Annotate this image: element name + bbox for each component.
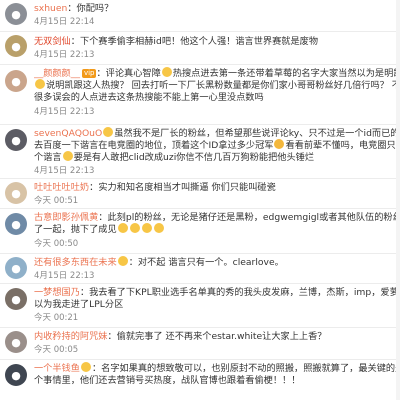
comment-timestamp: 今天 00:21 <box>34 313 79 323</box>
user-avatar[interactable]: ● <box>5 364 27 386</box>
comment-username[interactable]: 一梦想国乃 <box>34 287 80 298</box>
user-avatar-icon: ● <box>11 368 21 382</box>
user-avatar[interactable]: ● <box>5 288 27 310</box>
user-avatar-icon: ● <box>11 7 21 21</box>
user-avatar[interactable]: ● <box>5 70 27 92</box>
comment-item: ● 一个半钱鱼 ：名字如果真的想致敬可以，也别原封不动的照搬，照搬就算了，最关键的… <box>0 360 400 400</box>
comment-text: 说明凯跟这人热搜？ 回去打听一下厂长黑粉数量都是你们家小哥哥粉丝好几倍行吗？ 不… <box>46 80 396 91</box>
comment-timestamp: 4月15日 22:13 <box>34 166 95 176</box>
comment-text: 了一起，抛下了成见 <box>34 224 117 235</box>
comment-text: 去百度一下谐言在电竞圈的地位，顶着这个ID拿过多少冠军 <box>34 140 274 151</box>
comment-text: 偷就完事了 还不再来个estar.white让大家上上香？ <box>116 331 327 342</box>
comment-timestamp: 今天 00:50 <box>34 239 79 249</box>
comment-username[interactable]: 还有很多东西在未来 <box>34 257 117 268</box>
comment-item: ● 古意即影孙佩黄：此刻pl的粉丝，无论是猪仔还是黑粉，edgwemgigl或者… <box>0 209 400 254</box>
user-avatar[interactable]: ● <box>5 182 27 204</box>
user-avatar-icon: ● <box>11 261 21 275</box>
comment-username[interactable]: 一个半钱鱼 <box>34 363 80 374</box>
user-avatar-icon: ● <box>11 217 21 231</box>
comment-item: ● 还有很多东西在未来 ：对不起 谐言只有一个。clearlove。 4月15日 … <box>0 254 400 284</box>
emoji-icon <box>62 151 73 161</box>
comment-username[interactable]: 无双剑仙 <box>34 36 71 47</box>
comment-item: ● 内收矜持的阿咒妹：偷就完事了 还不再来个estar.white让大家上上香？… <box>0 328 400 360</box>
comment-timestamp: 今天 00:05 <box>34 345 79 355</box>
comment-username[interactable]: sxhuen <box>34 3 67 14</box>
comment-text: 下个赛季偷李相赫id吧！他这个人强！谐言世界赛就是废物 <box>79 36 319 47</box>
comment-text: 我去看了下KPL职业选手名单真的秀的我头皮发麻，兰博，杰斯，imp，爱萝莉，我 <box>89 287 396 298</box>
emoji-icon <box>80 362 91 372</box>
comment-text: 个事情里，他们还去营销号买热度，战队官博也跟着看偷梗！！！ <box>34 375 301 386</box>
emoji-icon <box>117 256 128 266</box>
comment-timestamp: 4月15日 22:13 <box>34 271 95 281</box>
comment-text: 很多误会的人点进去这条热搜能不能上第一心里没点数吗 <box>34 92 264 103</box>
user-avatar-icon: ● <box>11 74 21 88</box>
comment-item: ● 无双剑仙：下个赛季偷李相赫id吧！他这个人强！谐言世界赛就是废物 4月15日… <box>0 32 400 65</box>
comment-username[interactable]: 古意即影孙佩黄 <box>34 212 98 223</box>
user-avatar[interactable]: ● <box>5 35 27 57</box>
emoji-icon <box>103 127 114 137</box>
emoji-icon <box>274 139 285 149</box>
comment-text: 实力和知名度相当才叫撕逼 你们只能叫碰瓷 <box>98 182 276 193</box>
user-avatar-icon: ● <box>11 186 21 200</box>
user-avatar-icon: ● <box>11 335 21 349</box>
comment-text: 要是有人敢把clid改成uzi你信不信几百万狗粉能把他头锤烂 <box>73 152 315 163</box>
comment-item: ● sevenQAQOuO 虽然我不是厂长的粉丝，但希望那些说评论ky、只不过是一… <box>0 125 400 179</box>
comment-username[interactable]: 吐吐吐吐吐奶 <box>34 182 89 193</box>
user-avatar-icon: ● <box>11 292 21 306</box>
comment-timestamp: 4月15日 22:13 <box>34 107 95 117</box>
comment-text: 个谐言 <box>34 152 62 163</box>
emoji-icon <box>161 67 172 77</box>
emoji-icon <box>129 223 140 233</box>
comment-username[interactable]: __颜颜颜__ <box>34 68 80 79</box>
user-avatar[interactable]: ● <box>5 129 27 151</box>
comment-item: ● sxhuen：你配吗？ 4月15日 22:14 <box>0 0 400 32</box>
comment-item: ● __颜颜颜__ vip ：评论真心智障 热搜点进去第一条还带着草莓的名字大家当然以… <box>0 65 400 125</box>
scrollbar[interactable] <box>396 0 400 400</box>
comment-text: 你配吗？ <box>76 3 114 14</box>
comment-username[interactable]: sevenQAQOuO <box>34 128 102 139</box>
comment-text: ：对不起 谐言只有一个。clearlove。 <box>128 257 284 268</box>
user-avatar-icon: ● <box>11 133 21 147</box>
user-avatar[interactable]: ● <box>5 331 27 353</box>
comment-item: ● 一梦想国乃：我去看了下KPL职业选手名单真的秀的我头皮发麻，兰博，杰斯，im… <box>0 284 400 328</box>
user-avatar-icon: ● <box>11 39 21 53</box>
emoji-icon <box>141 223 152 233</box>
comment-text: 名字如果真的想致敬可以，也别原封不动的照搬，照搬就算了，最关键的是这 <box>101 363 396 374</box>
comment-text: 看看前辈不懂吗，电竞圈只能有一 <box>285 140 396 151</box>
comment-timestamp: 4月15日 22:13 <box>34 50 95 60</box>
emoji-icon <box>153 223 164 233</box>
user-avatar[interactable]: ● <box>5 213 27 235</box>
vip-badge: vip <box>81 69 97 78</box>
comment-text: 评论真心智障 <box>105 68 161 79</box>
comment-timestamp: 4月15日 22:14 <box>34 17 95 27</box>
comment-item: ● 吐吐吐吐吐奶：实力和知名度相当才叫撕逼 你们只能叫碰瓷 今天 00:51 <box>0 179 400 209</box>
emoji-icon <box>35 79 45 89</box>
user-avatar[interactable]: ● <box>5 3 27 25</box>
user-avatar[interactable]: ● <box>5 257 27 279</box>
emoji-icon <box>117 223 128 233</box>
comment-username[interactable]: 内收矜持的阿咒妹 <box>34 331 108 342</box>
comment-feed: ● sxhuen：你配吗？ 4月15日 22:14 ● 无双剑仙：下个赛季偷李相… <box>0 0 400 400</box>
comment-text: 虽然我不是厂长的粉丝，但希望那些说评论ky、只不过是一个id而已的人 <box>114 128 396 139</box>
comment-text: 此刻pl的粉丝，无论是猪仔还是黑粉，edgwemgigl或者其他队伍的粉丝，都站… <box>107 212 397 223</box>
comment-text: 以为我走进了LPL分区 <box>34 299 124 310</box>
comment-timestamp: 今天 00:51 <box>34 196 79 206</box>
comment-text: 热搜点进去第一条还带着草莓的名字大家当然以为是明凯啊 <box>172 68 396 79</box>
